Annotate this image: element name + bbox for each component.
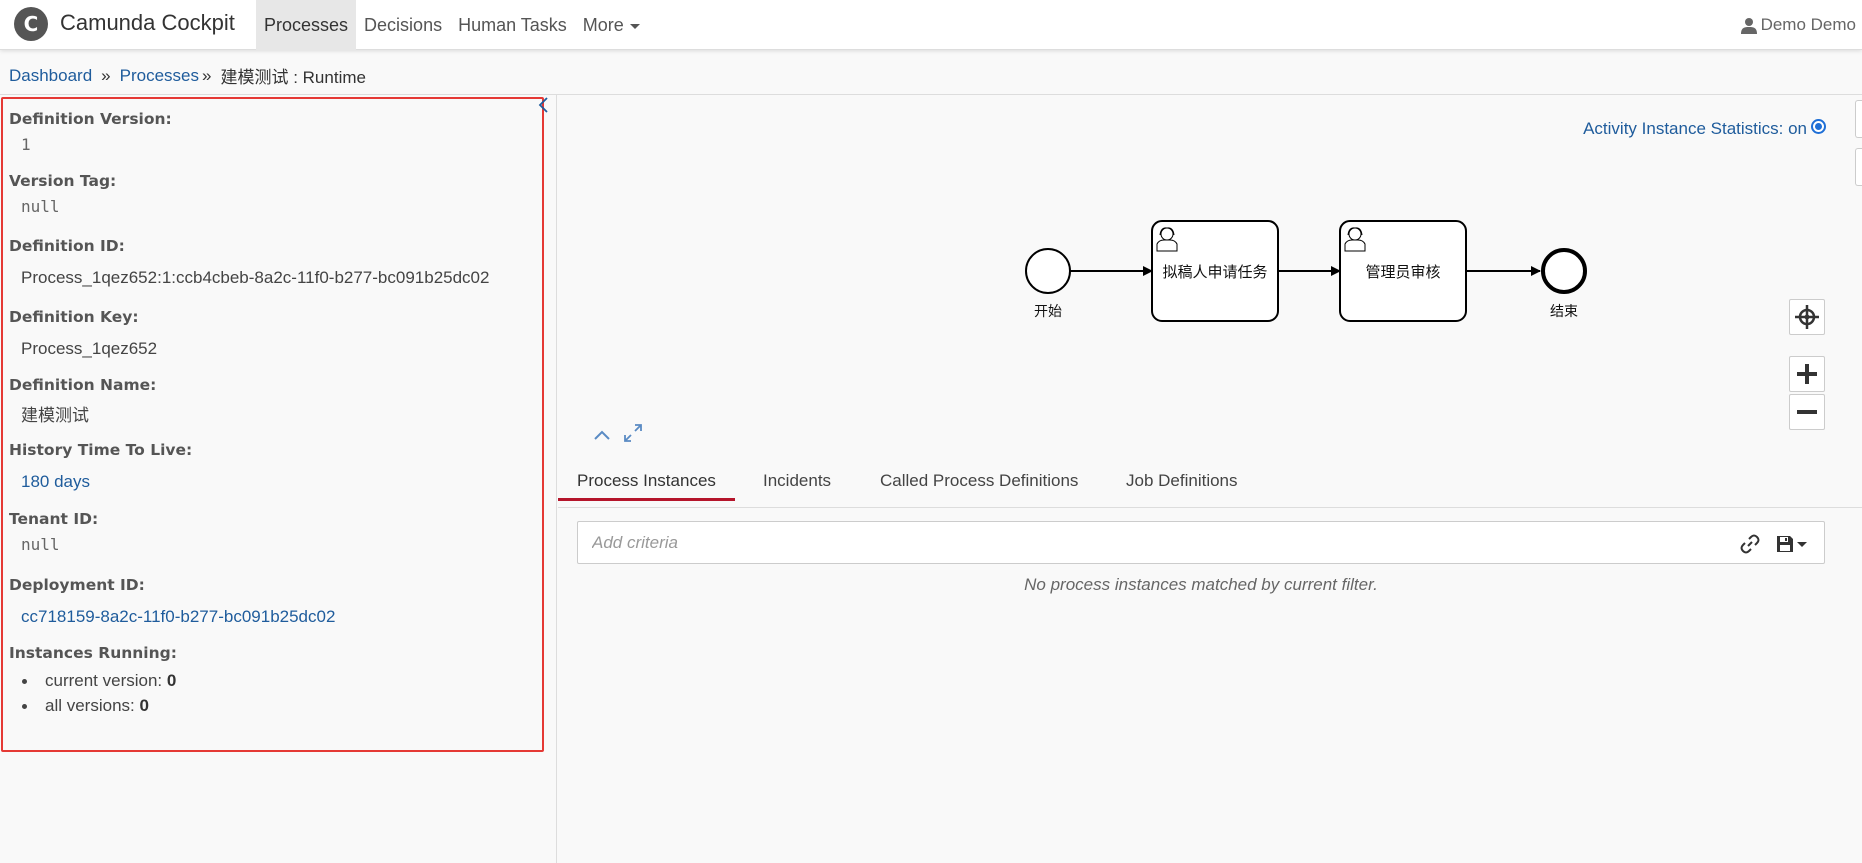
tab-label: Process Instances bbox=[577, 471, 716, 490]
definition-name-value: 建模测试 bbox=[21, 406, 89, 425]
tab-process-instances[interactable]: Process Instances bbox=[558, 449, 735, 501]
tab-label: Incidents bbox=[763, 471, 832, 490]
floppy-disk-icon bbox=[1777, 536, 1793, 552]
nav-more-label: More bbox=[582, 15, 624, 35]
link-icon[interactable] bbox=[1740, 534, 1760, 554]
all-versions-count: 0 bbox=[139, 696, 149, 715]
breadcrumb-separator: » bbox=[202, 65, 212, 85]
all-versions-label: all versions: bbox=[45, 696, 135, 715]
zoom-in-button[interactable] bbox=[1789, 356, 1825, 392]
breadcrumb-separator: » bbox=[101, 65, 111, 85]
empty-results-message: No process instances matched by current … bbox=[1024, 575, 1378, 594]
collapse-sidebar-icon[interactable] bbox=[536, 97, 552, 115]
instances-running-label: Instances Running: bbox=[9, 644, 177, 662]
camunda-logo-icon[interactable]: C bbox=[14, 7, 48, 41]
definition-key-value: Process_1qez652 bbox=[21, 339, 158, 358]
user-icon bbox=[1740, 17, 1757, 34]
breadcrumb: Dashboard » Processes » 建模测试 : Runtime bbox=[9, 63, 366, 88]
definition-name-label: Definition Name: bbox=[9, 376, 157, 394]
nav-decisions-label: Decisions bbox=[364, 15, 443, 35]
fullscreen-icon[interactable] bbox=[622, 423, 644, 443]
nav-human-tasks-label: Human Tasks bbox=[458, 15, 567, 35]
tabs-bar: Process Instances Incidents Called Proce… bbox=[558, 449, 1862, 508]
search-criteria-input[interactable] bbox=[578, 522, 1678, 563]
user-menu[interactable]: Demo Demo bbox=[1740, 0, 1856, 50]
version-tag-label: Version Tag: bbox=[9, 172, 117, 190]
caret-down-icon bbox=[629, 23, 640, 29]
list-item: current version: 0 bbox=[21, 668, 176, 693]
history-ttl-link[interactable]: 180 days bbox=[21, 472, 90, 492]
definition-key-label: Definition Key: bbox=[9, 308, 139, 326]
instances-running-list: current version: 0 all versions: 0 bbox=[21, 668, 176, 718]
side-panel-tab[interactable] bbox=[1855, 100, 1862, 138]
nav-decisions[interactable]: Decisions bbox=[356, 0, 450, 50]
plus-icon bbox=[1797, 364, 1817, 384]
end-event[interactable] bbox=[1541, 248, 1587, 294]
version-tag-value: null bbox=[21, 197, 60, 216]
tenant-id-value: null bbox=[21, 535, 60, 554]
tenant-id-label: Tenant ID: bbox=[9, 510, 99, 528]
caret-down-icon bbox=[1797, 541, 1807, 547]
breadcrumb-processes-link[interactable]: Processes bbox=[120, 66, 199, 86]
definition-version-value: 1 bbox=[21, 135, 31, 154]
bpmn-diagram-area: Activity Instance Statistics: on 开始 拟稿人申… bbox=[558, 95, 1862, 449]
tab-incidents[interactable]: Incidents bbox=[763, 449, 831, 501]
deployment-id-label: Deployment ID: bbox=[9, 576, 145, 594]
zoom-out-button[interactable] bbox=[1789, 394, 1825, 430]
save-search-dropdown[interactable] bbox=[1776, 533, 1812, 555]
nav-processes[interactable]: Processes bbox=[256, 0, 357, 50]
reset-zoom-button[interactable] bbox=[1789, 299, 1825, 335]
nav-human-tasks[interactable]: Human Tasks bbox=[450, 0, 575, 50]
tab-label: Job Definitions bbox=[1126, 471, 1238, 490]
end-event-label: 结束 bbox=[1550, 304, 1578, 320]
side-panel-tab[interactable] bbox=[1855, 148, 1862, 186]
top-navbar: C Camunda Cockpit Processes Decisions Hu… bbox=[0, 0, 1862, 50]
nav-processes-label: Processes bbox=[264, 15, 349, 35]
task-draft-label: 拟稿人申请任务 bbox=[1162, 263, 1268, 281]
current-version-count: 0 bbox=[166, 671, 177, 690]
task-review-label: 管理员审核 bbox=[1365, 263, 1441, 281]
definition-version-label: Definition Version: bbox=[9, 110, 172, 128]
tab-job-definitions[interactable]: Job Definitions bbox=[1126, 449, 1238, 501]
nav-more-dropdown[interactable]: More bbox=[575, 0, 648, 50]
breadcrumb-current: 建模测试 : Runtime bbox=[220, 68, 366, 87]
main-nav: Processes Decisions Human Tasks More bbox=[256, 0, 648, 50]
minus-icon bbox=[1797, 410, 1817, 414]
tab-label: Called Process Definitions bbox=[880, 471, 1079, 490]
start-event[interactable] bbox=[1025, 248, 1071, 294]
user-name: Demo Demo bbox=[1760, 15, 1856, 34]
list-item: all versions: 0 bbox=[21, 693, 176, 718]
deployment-id-link[interactable]: cc718159-8a2c-11f0-b277-bc091b25dc02 bbox=[21, 607, 335, 627]
definition-id-label: Definition ID: bbox=[9, 237, 125, 255]
crosshair-icon bbox=[1795, 305, 1819, 329]
start-event-label: 开始 bbox=[1034, 304, 1062, 320]
definition-id-value: Process_1qez652:1:ccb4cbeb-8a2c-11f0-b27… bbox=[21, 268, 490, 287]
current-version-label: current version: bbox=[45, 671, 163, 690]
app-name[interactable]: Camunda Cockpit bbox=[60, 10, 235, 36]
collapse-diagram-icon[interactable] bbox=[591, 425, 613, 445]
breadcrumb-dashboard-link[interactable]: Dashboard bbox=[9, 66, 92, 86]
search-criteria-box bbox=[577, 521, 1825, 564]
tab-called-process-definitions[interactable]: Called Process Definitions bbox=[880, 449, 1078, 501]
history-ttl-label: History Time To Live: bbox=[9, 441, 193, 459]
